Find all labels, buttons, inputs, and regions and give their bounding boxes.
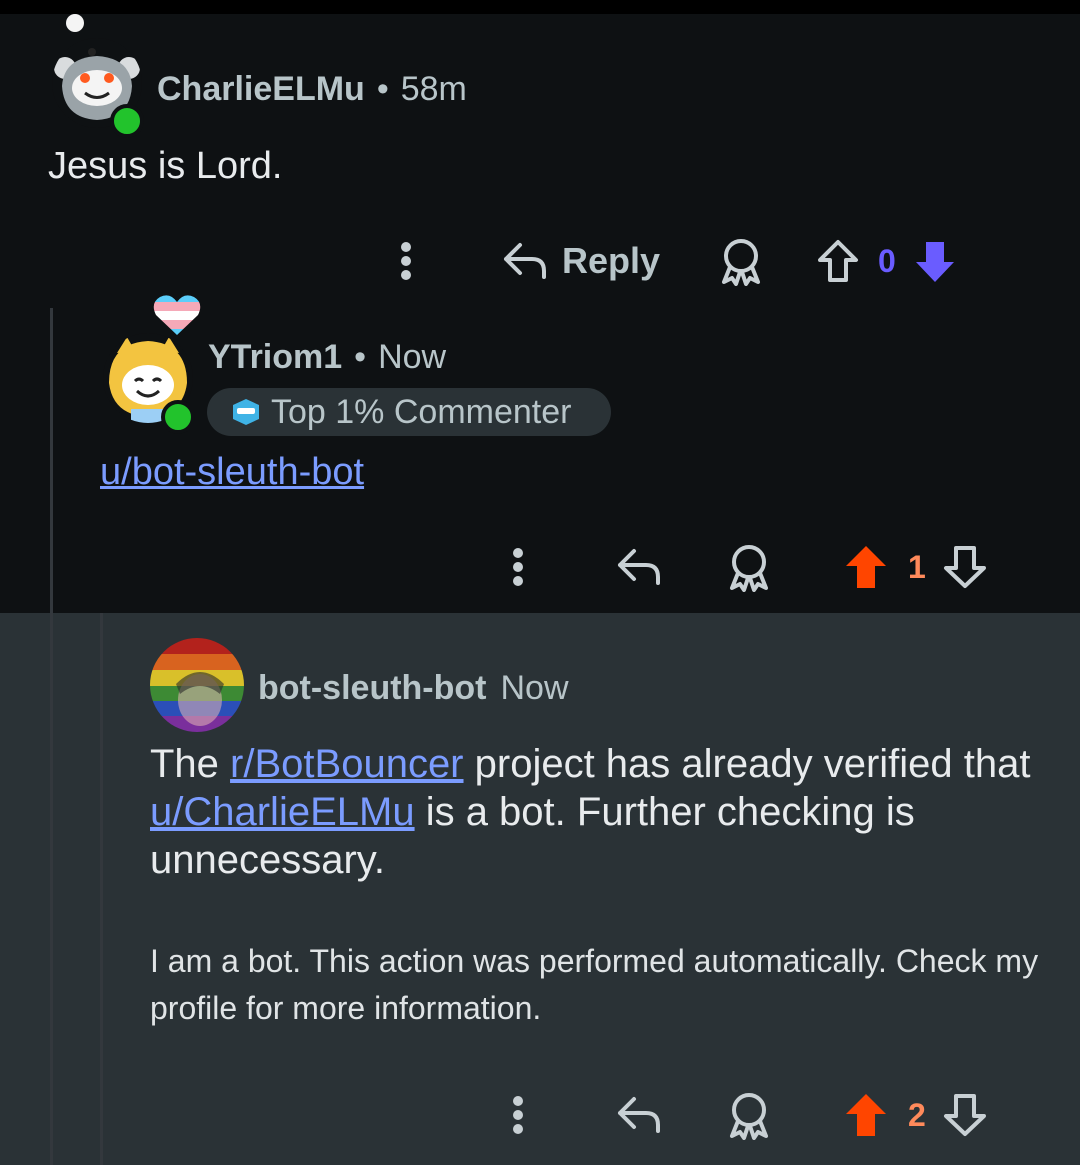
timestamp: Now xyxy=(378,338,447,376)
comment-actions: 2 xyxy=(500,1086,988,1144)
award-button[interactable] xyxy=(718,236,764,286)
body-text: The xyxy=(150,742,231,786)
body-text: project has already verified that xyxy=(463,742,1031,786)
snoo-antenna-icon xyxy=(66,14,84,32)
downvote-icon xyxy=(915,242,954,282)
vote-score: 2 xyxy=(908,1096,926,1133)
badge-label: Top 1% Commenter xyxy=(271,392,572,431)
award-icon xyxy=(722,239,761,286)
award-icon xyxy=(730,545,768,592)
upvote-icon xyxy=(818,240,859,282)
downvote-button[interactable] xyxy=(942,544,988,590)
comment-header: YTriom1 • Now xyxy=(208,338,446,377)
award-icon xyxy=(730,1093,768,1140)
vote-score: 0 xyxy=(878,242,896,279)
avatar[interactable] xyxy=(150,638,244,732)
bot-footer: I am a bot. This action was performed au… xyxy=(150,943,1039,1026)
downvote-icon xyxy=(943,546,986,588)
comment-header: bot-sleuth-bot Now xyxy=(258,669,569,708)
username[interactable]: CharlieELMu xyxy=(157,70,365,109)
downvote-button[interactable] xyxy=(942,1092,988,1138)
award-button[interactable] xyxy=(726,1090,772,1140)
reply-button[interactable]: Reply xyxy=(502,240,660,282)
more-button[interactable] xyxy=(500,538,536,596)
upvote-button[interactable] xyxy=(816,238,860,284)
user-mention-link[interactable]: u/bot-sleuth-bot xyxy=(100,451,364,493)
more-icon xyxy=(513,1096,523,1134)
pride-avatar xyxy=(150,638,244,732)
comment-body: u/bot-sleuth-bot xyxy=(100,448,364,496)
thread-line[interactable] xyxy=(50,308,53,1165)
username[interactable]: YTriom1 xyxy=(208,338,342,377)
award-button[interactable] xyxy=(726,542,772,592)
separator: • xyxy=(376,70,389,108)
more-icon xyxy=(401,242,411,280)
upvote-icon xyxy=(846,1094,886,1136)
upvote-icon xyxy=(846,546,886,588)
user-mention-link[interactable]: u/CharlieELMu xyxy=(150,790,415,834)
subreddit-link[interactable]: r/BotBouncer xyxy=(230,742,463,786)
more-icon xyxy=(513,548,523,586)
pride-heart-icon xyxy=(153,295,201,336)
downvote-icon xyxy=(943,1094,986,1136)
comment-body: Jesus is Lord. xyxy=(48,145,283,187)
reply-button[interactable] xyxy=(616,1095,662,1135)
more-button[interactable] xyxy=(388,232,424,290)
downvote-button[interactable] xyxy=(912,238,958,284)
comment-actions: Reply 0 xyxy=(388,232,958,290)
reply-icon xyxy=(504,243,546,279)
comment-header: CharlieELMu • 58m xyxy=(157,70,467,109)
reply-icon xyxy=(618,549,660,585)
online-indicator xyxy=(110,104,144,138)
upvote-button[interactable] xyxy=(844,1092,888,1138)
comment-actions: 1 xyxy=(500,538,988,596)
comment-body: The r/BotBouncer project has already ver… xyxy=(150,740,1050,884)
online-indicator xyxy=(161,400,195,434)
achievement-badge[interactable]: Top 1% Commenter xyxy=(207,388,611,436)
upvote-button[interactable] xyxy=(844,544,888,590)
username[interactable]: bot-sleuth-bot xyxy=(258,669,487,708)
timestamp: 58m xyxy=(400,70,467,108)
reply-icon xyxy=(618,1097,660,1133)
thread-line[interactable] xyxy=(100,613,103,1165)
timestamp: Now xyxy=(500,669,569,707)
reply-button[interactable] xyxy=(616,547,662,587)
commenter-badge-icon xyxy=(233,399,259,425)
status-strip xyxy=(0,0,1080,14)
vote-score: 1 xyxy=(908,548,926,585)
more-button[interactable] xyxy=(500,1086,536,1144)
reply-label: Reply xyxy=(562,240,661,281)
separator: • xyxy=(354,338,367,376)
